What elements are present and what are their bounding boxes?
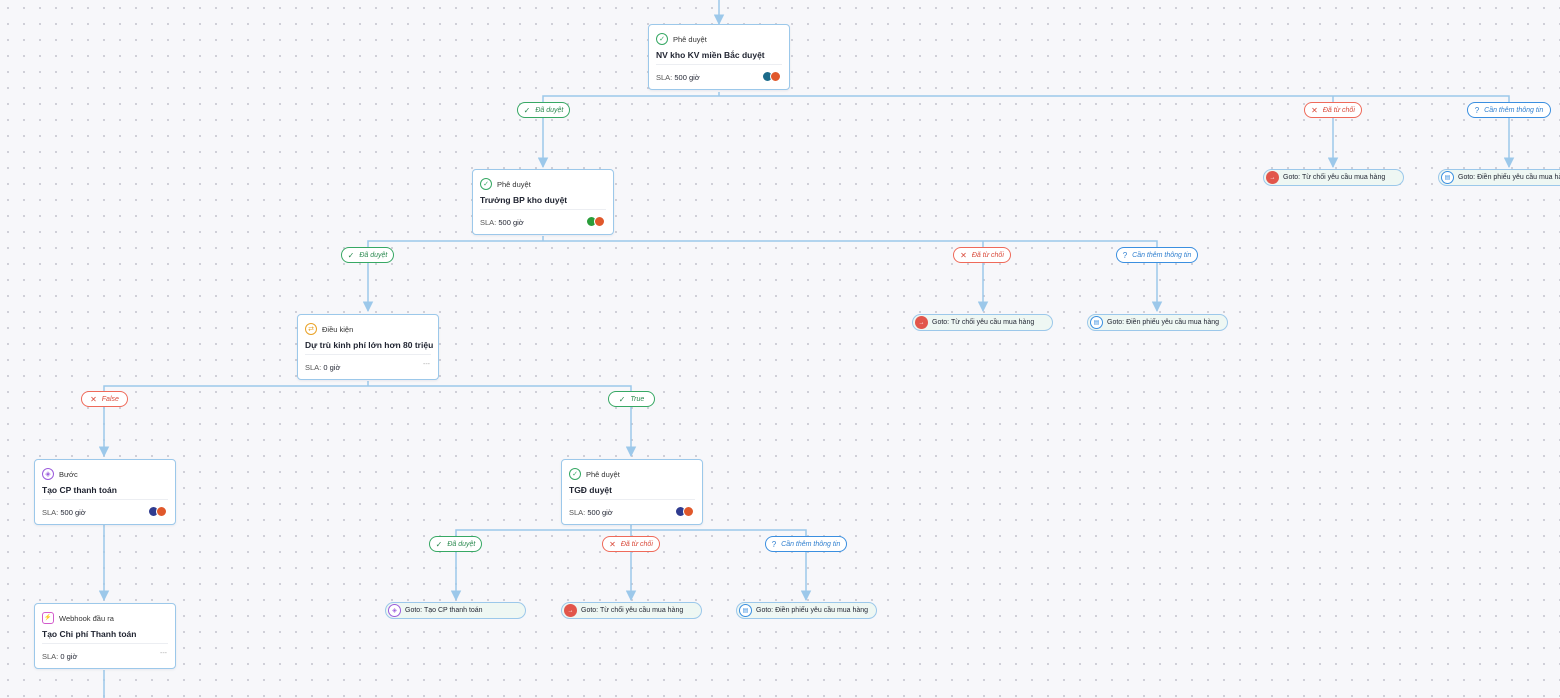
divider bbox=[569, 499, 695, 500]
assignee-avatars bbox=[762, 71, 781, 82]
branch-need-info[interactable]: ? Cần thêm thông tin bbox=[765, 536, 847, 552]
divider bbox=[656, 64, 782, 65]
node-type: Webhook đầu ra bbox=[59, 613, 114, 623]
divider bbox=[42, 499, 168, 500]
node-sla: SLA: 500 giờ bbox=[480, 218, 524, 227]
avatar bbox=[156, 506, 167, 517]
goto-reject-icon: → bbox=[915, 316, 928, 329]
node-sla: SLA: 500 giờ bbox=[569, 508, 613, 517]
assignee-avatars bbox=[148, 506, 167, 517]
branch-rejected[interactable]: ✕ Đã từ chối bbox=[1304, 102, 1362, 118]
branch-approved[interactable]: ✓ Đã duyệt bbox=[429, 536, 482, 552]
check-icon: ✓ bbox=[347, 250, 355, 260]
node-title: Trưởng BP kho duyệt bbox=[480, 195, 568, 205]
goto-reject[interactable]: → Goto: Từ chối yêu cầu mua hàng bbox=[561, 602, 702, 619]
branch-approved[interactable]: ✓ Đã duyệt bbox=[341, 247, 394, 263]
branch-rejected[interactable]: ✕ Đã từ chối bbox=[602, 536, 660, 552]
webhook-node[interactable]: ⚡ Webhook đầu ra Tạo Chi phí Thanh toán S… bbox=[34, 603, 176, 669]
branch-rejected[interactable]: ✕ Đã từ chối bbox=[953, 247, 1011, 263]
goto-reject[interactable]: → Goto: Từ chối yêu cầu mua hàng bbox=[912, 314, 1053, 331]
branch-approved[interactable]: ✓ Đã duyệt bbox=[517, 102, 570, 118]
check-icon: ✓ bbox=[435, 539, 443, 549]
divider bbox=[42, 643, 168, 644]
node-sla: SLA: 500 giờ bbox=[42, 508, 86, 517]
branch-need-info[interactable]: ? Cần thêm thông tin bbox=[1467, 102, 1551, 118]
node-title: Dự trù kinh phí lớn hơn 80 triệu bbox=[305, 340, 434, 350]
document-icon: ▤ bbox=[1090, 316, 1103, 329]
check-icon: ✓ bbox=[618, 394, 626, 404]
avatar bbox=[683, 506, 694, 517]
avatar bbox=[594, 216, 605, 227]
goto-reject-icon: → bbox=[1266, 171, 1279, 184]
check-circle-icon: ✓ bbox=[480, 178, 492, 190]
condition-icon: ⇄ bbox=[305, 323, 317, 335]
node-sla: SLA: 500 giờ bbox=[656, 73, 700, 82]
no-assignee: --- bbox=[423, 361, 430, 368]
goto-create-cp[interactable]: ◈ Goto: Tạo CP thanh toán bbox=[385, 602, 526, 619]
close-icon: ✕ bbox=[960, 250, 967, 260]
question-icon: ? bbox=[1122, 250, 1128, 260]
assignee-avatars bbox=[675, 506, 694, 517]
goto-reject-icon: → bbox=[564, 604, 577, 617]
node-type: Điều kiện bbox=[322, 324, 354, 334]
goto-fill-form[interactable]: ▤ Goto: Điền phiếu yêu cầu mua hàng bbox=[1438, 169, 1560, 186]
branch-false[interactable]: ✕ False bbox=[81, 391, 128, 407]
no-assignee: --- bbox=[160, 650, 167, 657]
goto-fill-form[interactable]: ▤ Goto: Điền phiếu yêu cầu mua hàng bbox=[1087, 314, 1228, 331]
node-title: NV kho KV miền Bắc duyệt bbox=[656, 50, 765, 60]
divider bbox=[480, 209, 606, 210]
approval-node-nv-kho[interactable]: ✓ Phê duyệt NV kho KV miền Bắc duyệt SLA:… bbox=[648, 24, 790, 90]
close-icon: ✕ bbox=[90, 394, 97, 404]
node-type: Phê duyệt bbox=[586, 469, 620, 479]
avatar bbox=[770, 71, 781, 82]
node-title: Tạo CP thanh toán bbox=[42, 485, 117, 495]
assignee-avatars bbox=[586, 216, 605, 227]
step-node[interactable]: ◈ Bước Tạo CP thanh toán SLA: 500 giờ bbox=[34, 459, 176, 525]
node-type: Phê duyệt bbox=[497, 179, 531, 189]
close-icon: ✕ bbox=[609, 539, 616, 549]
close-icon: ✕ bbox=[1311, 105, 1318, 115]
node-sla: SLA: 0 giờ bbox=[305, 363, 341, 372]
document-icon: ▤ bbox=[1441, 171, 1454, 184]
webhook-icon: ⚡ bbox=[42, 612, 54, 624]
check-circle-icon: ✓ bbox=[656, 33, 668, 45]
goto-reject[interactable]: → Goto: Từ chối yêu cầu mua hàng bbox=[1263, 169, 1404, 186]
node-title: TGĐ duyệt bbox=[569, 485, 612, 495]
step-icon: ◈ bbox=[42, 468, 54, 480]
node-title: Tạo Chi phí Thanh toán bbox=[42, 629, 137, 639]
branch-need-info[interactable]: ? Cần thêm thông tin bbox=[1116, 247, 1198, 263]
approval-node-truong-bp[interactable]: ✓ Phê duyệt Trưởng BP kho duyệt SLA: 500 … bbox=[472, 169, 614, 235]
branch-true[interactable]: ✓ True bbox=[608, 391, 655, 407]
document-icon: ▤ bbox=[739, 604, 752, 617]
check-icon: ✓ bbox=[523, 105, 531, 115]
node-sla: SLA: 0 giờ bbox=[42, 652, 78, 661]
divider bbox=[305, 354, 431, 355]
question-icon: ? bbox=[771, 539, 777, 549]
step-icon: ◈ bbox=[388, 604, 401, 617]
approval-node-tgd[interactable]: ✓ Phê duyệt TGĐ duyệt SLA: 500 giờ bbox=[561, 459, 703, 525]
node-type: Phê duyệt bbox=[673, 34, 707, 44]
node-type: Bước bbox=[59, 469, 78, 479]
check-circle-icon: ✓ bbox=[569, 468, 581, 480]
question-icon: ? bbox=[1474, 105, 1480, 115]
condition-node[interactable]: ⇄ Điều kiện Dự trù kinh phí lớn hơn 80 tr… bbox=[297, 314, 439, 380]
goto-fill-form[interactable]: ▤ Goto: Điền phiếu yêu cầu mua hàng bbox=[736, 602, 877, 619]
